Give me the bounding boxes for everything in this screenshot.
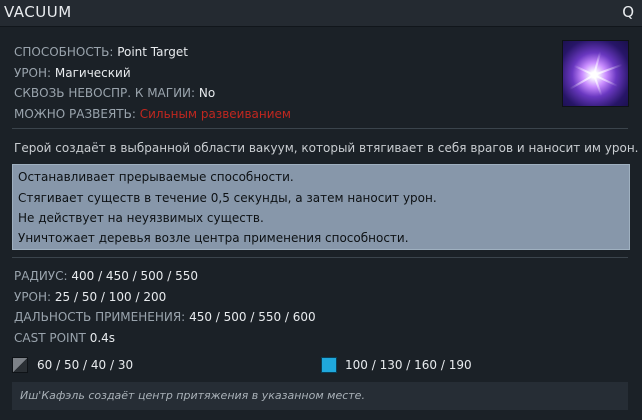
note-item: Останавливает прерываемые способности. (18, 170, 294, 184)
divider (12, 257, 628, 258)
note-item: Уничтожает деревья возле центра применен… (18, 231, 409, 245)
property-value: Сильным развеиванием (139, 106, 291, 121)
property-label: МОЖНО РАЗВЕЯТЬ: (14, 106, 136, 121)
property-dispellable: МОЖНО РАЗВЕЯТЬ: Сильным развеиванием (14, 104, 291, 125)
divider (12, 128, 628, 129)
stat-label: CAST POINT (14, 330, 86, 345)
note-item: Стягивает существ в течение 0,5 секунды,… (18, 191, 437, 205)
stat-value: 25 / 50 / 100 / 200 (54, 289, 167, 304)
tooltip-header: VACUUM Q (0, 0, 642, 27)
ability-lore: Иш'Кафэль создаёт центр притяжения в ука… (12, 382, 628, 410)
property-pierces-spell-immunity: СКВОЗЬ НЕВОСПР. К МАГИИ: No (14, 83, 291, 104)
stat-label: ДАЛЬНОСТЬ ПРИМЕНЕНИЯ: (14, 310, 186, 324)
note-item: Не действует на неуязвимых существ. (18, 211, 264, 225)
vacuum-ability-icon (562, 40, 629, 107)
stat-label: УРОН: (14, 289, 52, 304)
property-damage-type: УРОН: Магический (14, 63, 291, 84)
stat-value: 0.4s (89, 330, 116, 345)
stat-cast-range: ДАЛЬНОСТЬ ПРИМЕНЕНИЯ: 450 / 500 / 550 / … (14, 307, 316, 328)
mana-cost-value: 100 / 130 / 160 / 190 (345, 358, 472, 372)
mana-icon (321, 357, 337, 373)
stat-radius: РАДИУС: 400 / 450 / 500 / 550 (14, 266, 316, 287)
ability-description: Герой создаёт в выбранной области вакуум… (14, 141, 639, 155)
property-label: СПОСОБНОСТЬ: (14, 45, 114, 59)
stat-damage: УРОН: 25 / 50 / 100 / 200 (14, 287, 316, 308)
property-value: No (198, 86, 216, 100)
stat-value: 400 / 450 / 500 / 550 (71, 269, 198, 283)
property-label: УРОН: (14, 65, 52, 80)
stat-cast-point: CAST POINT 0.4s (14, 328, 316, 349)
property-ability-type: СПОСОБНОСТЬ: Point Target (14, 42, 291, 63)
property-value: Point Target (117, 45, 188, 59)
ability-hotkey: Q (622, 3, 634, 21)
ability-notes: Останавливает прерываемые способности. С… (12, 164, 630, 250)
property-label: СКВОЗЬ НЕВОСПР. К МАГИИ: (14, 86, 196, 100)
cooldown-value: 60 / 50 / 40 / 30 (37, 358, 134, 372)
stat-value: 450 / 500 / 550 / 600 (189, 310, 316, 324)
lore-text: Иш'Кафэль создаёт центр притяжения в ука… (20, 389, 365, 402)
ability-tooltip: VACUUM Q СПОСОБНОСТЬ: Point Target УРОН:… (0, 0, 642, 420)
stat-label: РАДИУС: (14, 269, 68, 283)
ability-stats: РАДИУС: 400 / 450 / 500 / 550 УРОН: 25 /… (14, 266, 316, 348)
cooldown-icon (12, 357, 28, 373)
ability-title: VACUUM (4, 3, 72, 21)
ability-properties: СПОСОБНОСТЬ: Point Target УРОН: Магическ… (14, 42, 291, 124)
property-value: Магический (54, 65, 131, 80)
